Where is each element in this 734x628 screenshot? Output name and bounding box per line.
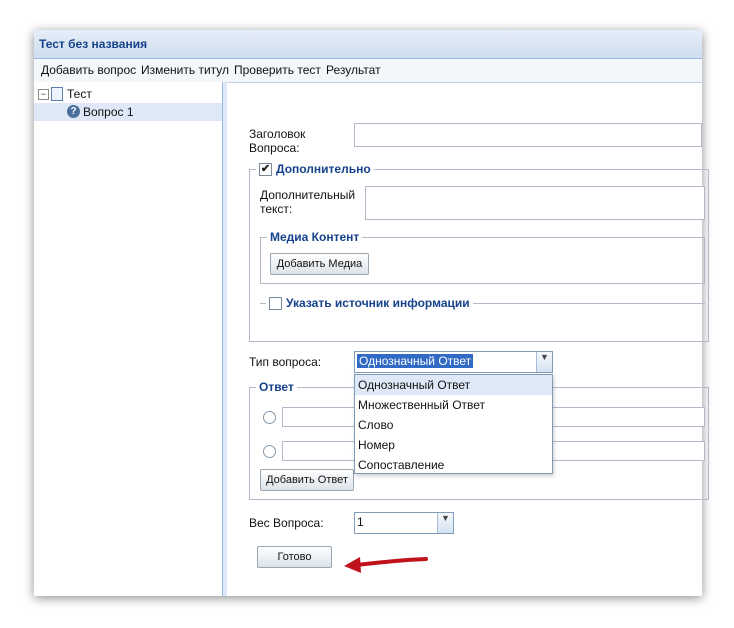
option-number[interactable]: Номер [355,435,552,455]
answer-1-radio[interactable] [263,411,276,424]
chevron-down-icon[interactable]: ▼ [536,352,552,372]
chevron-down-icon[interactable]: ▼ [437,513,453,533]
test-tree: − Тест ? Вопрос 1 [34,82,223,596]
source-legend[interactable]: Указать источник информации [266,296,473,310]
question-title-input[interactable] [354,123,702,147]
weight-label: Вес Вопроса: [249,516,324,530]
menu-add-question[interactable]: Добавить вопрос [41,63,136,77]
weight-value: 1 [357,515,364,529]
question-type-label: Тип вопроса: [249,355,322,369]
weight-select[interactable]: 1 ▼ [354,512,454,534]
additional-text-label: Дополнительный текст: [260,188,356,216]
additional-text-input[interactable] [365,186,705,220]
question-title-label: Заголовок Вопроса: [249,127,306,155]
tree-root-label: Тест [67,87,92,101]
media-legend: Медиа Контент [270,230,360,244]
menu-check-test[interactable]: Проверить тест [234,63,321,77]
additional-legend[interactable]: ✔ Дополнительно [256,162,374,176]
red-arrow-icon [344,557,428,573]
source-fieldset: Указать источник информации [260,296,705,310]
option-multiple-answer[interactable]: Множественный Ответ [355,395,552,415]
title-bar: Тест без названия [34,30,702,59]
option-single-answer[interactable]: Однозначный Ответ [355,375,552,395]
menu-bar: Добавить вопрос Изменить титул Проверить… [34,59,702,83]
add-media-button[interactable]: Добавить Медиа [270,253,369,275]
question-icon: ? [67,105,80,118]
additional-legend-label: Дополнительно [276,162,371,176]
question-type-select[interactable]: Однозначный Ответ ▼ [354,351,553,373]
document-icon [51,87,63,101]
question-type-dropdown: Однозначный Ответ Множественный Ответ Сл… [354,374,553,474]
option-matching[interactable]: Сопоставление [355,455,552,475]
tree-root[interactable]: − Тест [38,86,92,102]
answer-2-radio[interactable] [263,445,276,458]
source-checkbox[interactable] [269,296,282,310]
menu-edit-title[interactable]: Изменить титул [141,63,229,77]
panel-splitter[interactable] [223,82,227,596]
option-word[interactable]: Слово [355,415,552,435]
additional-checkbox[interactable]: ✔ [259,162,272,176]
tree-item-question-1[interactable]: ? Вопрос 1 [34,103,222,121]
question-type-value: Однозначный Ответ [357,354,474,368]
source-legend-label: Указать источник информации [286,296,470,310]
done-button[interactable]: Готово [257,546,332,568]
answer-legend: Ответ [259,380,294,394]
menu-results[interactable]: Результат [326,63,381,77]
collapse-icon[interactable]: − [38,88,49,100]
add-answer-button[interactable]: Добавить Ответ [260,469,354,491]
window-title: Тест без названия [39,37,148,51]
tree-item-label: Вопрос 1 [83,105,134,119]
